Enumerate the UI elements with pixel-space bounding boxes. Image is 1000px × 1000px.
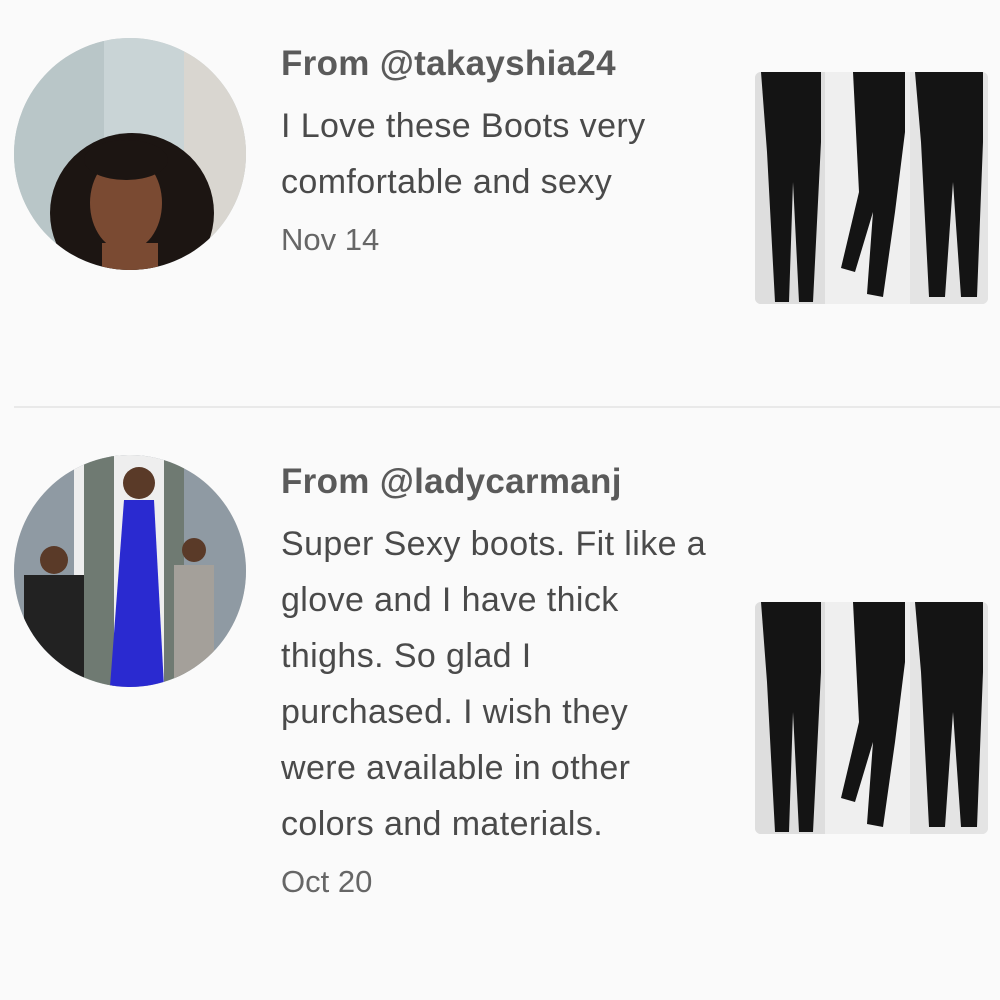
review-date: Nov 14 bbox=[281, 222, 380, 257]
reviewer-avatar[interactable] bbox=[14, 38, 246, 270]
review-content: From @ladycarmanj Super Sexy boots. Fit … bbox=[281, 460, 721, 902]
review-date: Oct 20 bbox=[281, 864, 373, 899]
reviewer-avatar[interactable] bbox=[14, 455, 246, 687]
review-text: Super Sexy boots. Fit like a glove and I… bbox=[281, 525, 707, 843]
review-author[interactable]: From @takayshia24 bbox=[281, 42, 721, 86]
review-item: From @takayshia24 I Love these Boots ver… bbox=[0, 0, 1000, 406]
review-product-thumbnail[interactable] bbox=[755, 72, 988, 304]
review-content: From @takayshia24 I Love these Boots ver… bbox=[281, 42, 721, 260]
review-product-thumbnail[interactable] bbox=[755, 602, 988, 834]
review-item: From @ladycarmanj Super Sexy boots. Fit … bbox=[0, 408, 1000, 1000]
reviews-feed: From @takayshia24 I Love these Boots ver… bbox=[0, 0, 1000, 1000]
review-author[interactable]: From @ladycarmanj bbox=[281, 460, 721, 504]
review-text: I Love these Boots very comfortable and … bbox=[281, 107, 646, 201]
